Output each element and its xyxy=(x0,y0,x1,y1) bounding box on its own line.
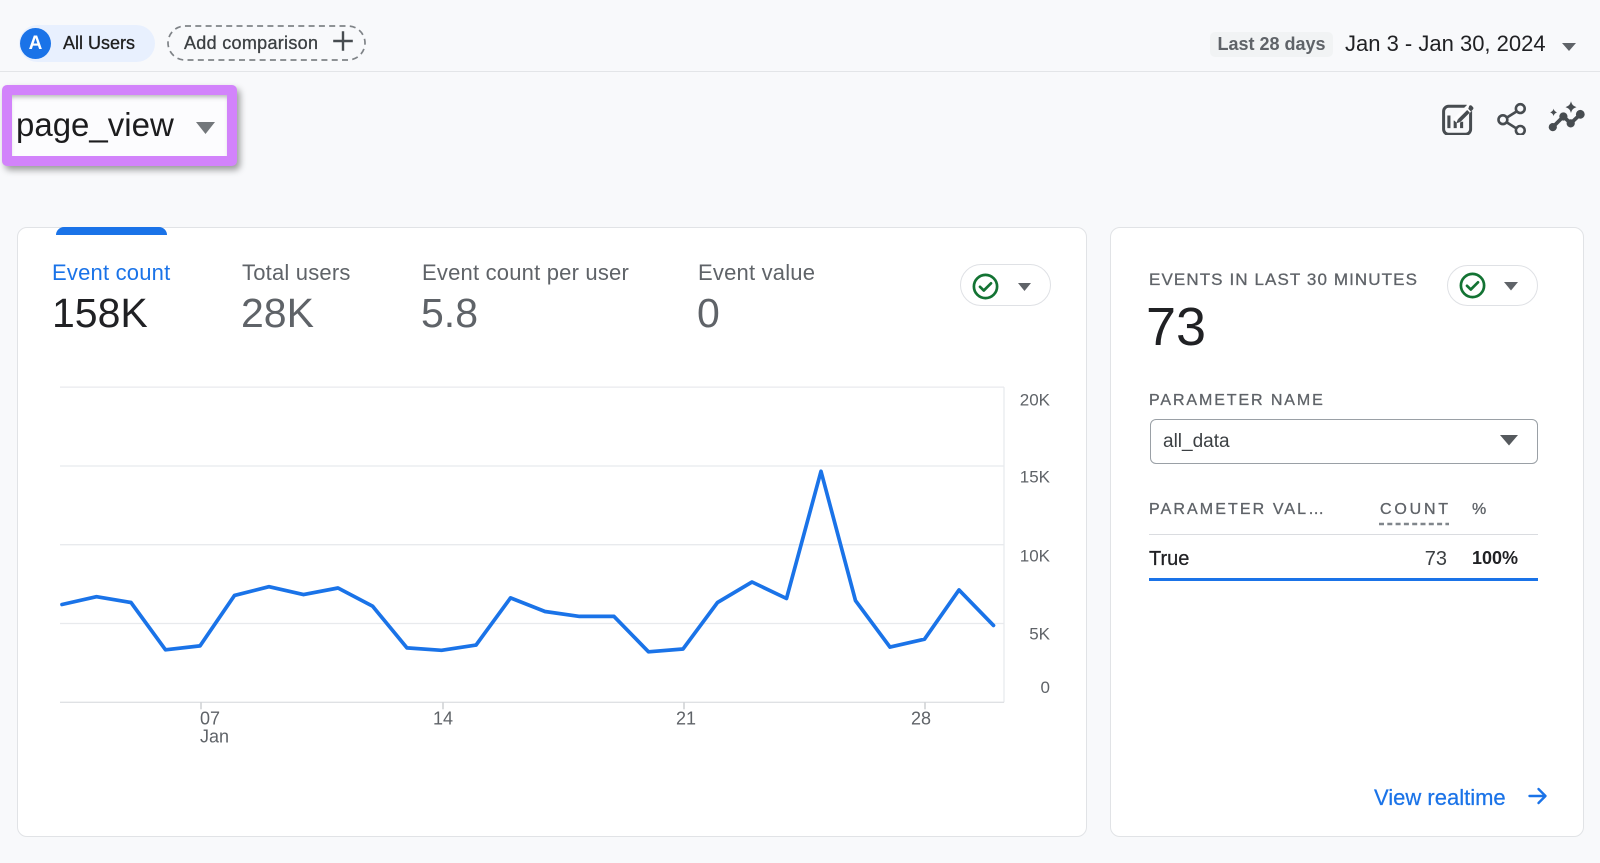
svg-text:14: 14 xyxy=(433,709,453,729)
svg-text:20K: 20K xyxy=(1020,391,1051,410)
svg-text:10K: 10K xyxy=(1020,546,1051,565)
svg-text:21: 21 xyxy=(676,709,696,729)
svg-text:07: 07 xyxy=(200,709,220,729)
svg-text:Jan: Jan xyxy=(200,727,229,747)
svg-text:15K: 15K xyxy=(1020,467,1051,486)
svg-text:28: 28 xyxy=(911,709,931,729)
svg-text:5K: 5K xyxy=(1029,624,1050,643)
svg-text:0: 0 xyxy=(1041,678,1050,697)
